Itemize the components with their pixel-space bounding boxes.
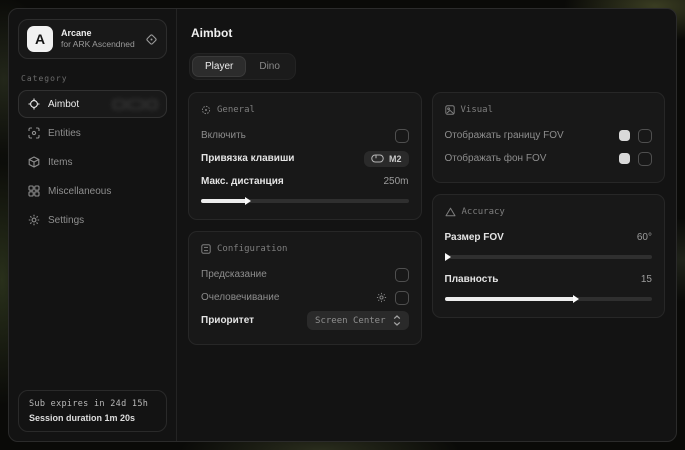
card-title: Accuracy [462, 207, 505, 217]
blurred-watermark [113, 100, 157, 109]
page-title: Aimbot [191, 26, 665, 40]
fov-border-checkbox[interactable] [638, 129, 652, 143]
fov-border-label: Отображать границу FOV [445, 130, 564, 141]
sidebar-item-settings[interactable]: Settings [18, 206, 167, 234]
row-fov-size: Размер FOV 60° [445, 226, 653, 249]
slider-thumb[interactable] [573, 295, 579, 303]
sidebar-item-label: Entities [48, 128, 81, 139]
row-smoothness: Плавность 15 [445, 268, 653, 291]
card-configuration: Configuration Предсказание Очеловечивани… [188, 231, 422, 345]
grid-icon [27, 185, 40, 197]
fov-background-color-swatch[interactable] [619, 153, 630, 164]
sidebar-item-label: Miscellaneous [48, 186, 111, 197]
row-fov-background: Отображать фон FOV [445, 147, 653, 170]
sidebar-item-label: Settings [48, 215, 84, 226]
card-title: Configuration [217, 244, 287, 254]
row-fov-border: Отображать границу FOV [445, 124, 653, 147]
mouse-icon [371, 154, 384, 163]
distance-value: 250m [383, 176, 408, 187]
fov-size-label: Размер FOV [445, 232, 504, 243]
scan-icon [27, 127, 40, 139]
slider-thumb[interactable] [245, 197, 251, 205]
card-title: Visual [461, 105, 494, 115]
tab-dino[interactable]: Dino [246, 56, 293, 77]
card-visual: Visual Отображать границу FOV Отображать… [432, 92, 666, 183]
gear-icon [27, 214, 40, 226]
main-content: Aimbot Player Dino General [177, 9, 676, 441]
keybind-label: Привязка клавиши [201, 153, 294, 164]
enable-label: Включить [201, 130, 246, 141]
sidebar-item-miscellaneous[interactable]: Miscellaneous [18, 177, 167, 205]
target-icon [201, 105, 211, 115]
card-accuracy: Accuracy Размер FOV 60° Плавность 15 [432, 194, 666, 318]
enable-checkbox[interactable] [395, 129, 409, 143]
card-general: General Включить Привязка клавиши [188, 92, 422, 220]
card-title: General [217, 105, 255, 115]
sidebar-item-label: Items [48, 157, 72, 168]
row-enable: Включить [201, 124, 409, 147]
distance-slider[interactable] [201, 196, 409, 206]
prediction-label: Предсказание [201, 269, 267, 280]
priority-select[interactable]: Screen Center [307, 311, 408, 330]
row-prediction: Предсказание [201, 263, 409, 286]
tab-bar: Player Dino [189, 53, 296, 80]
fov-size-value: 60° [637, 232, 652, 243]
brand-text: Arcane for ARK Ascendned [61, 28, 137, 50]
app-window: A Arcane for ARK Ascendned Category [8, 8, 677, 442]
sidebar-item-aimbot[interactable]: Aimbot [18, 90, 167, 118]
tab-player[interactable]: Player [192, 56, 246, 77]
slider-thumb[interactable] [445, 253, 451, 261]
smoothness-slider[interactable] [445, 294, 653, 304]
session-duration-text: Session duration 1m 20s [29, 413, 156, 423]
keybind-value: M2 [389, 154, 402, 164]
sidebar-item-entities[interactable]: Entities [18, 119, 167, 147]
app-logo: A [27, 26, 53, 52]
fov-size-slider[interactable] [445, 252, 653, 262]
brand-card: A Arcane for ARK Ascendned [18, 19, 167, 59]
humanization-checkbox[interactable] [395, 291, 409, 305]
row-humanization: Очеловечивание [201, 286, 409, 309]
fov-border-color-swatch[interactable] [619, 130, 630, 141]
distance-label: Макс. дистанция [201, 176, 284, 187]
subscription-card: Sub expires in 24d 15h Session duration … [18, 390, 167, 432]
theme-diamond-icon[interactable] [145, 33, 158, 46]
sidebar-nav: Aimbot Entities Items [18, 90, 167, 234]
slider-fill [445, 297, 576, 302]
sidebar: A Arcane for ARK Ascendned Category [9, 9, 177, 441]
smoothness-label: Плавность [445, 274, 499, 285]
slider-track [445, 255, 653, 259]
keybind-button[interactable]: M2 [364, 151, 409, 167]
image-icon [445, 105, 455, 115]
triangle-icon [445, 207, 456, 217]
unfold-icon [393, 315, 401, 326]
package-icon [27, 156, 40, 168]
sub-expires-text: Sub expires in 24d 15h [29, 399, 156, 409]
smoothness-value: 15 [641, 274, 652, 285]
prediction-checkbox[interactable] [395, 268, 409, 282]
app-name: Arcane [61, 28, 137, 39]
row-distance: Макс. дистанция 250m [201, 170, 409, 193]
category-label: Category [21, 74, 164, 83]
priority-label: Приоритет [201, 315, 254, 326]
sidebar-item-items[interactable]: Items [18, 148, 167, 176]
fov-background-label: Отображать фон FOV [445, 153, 547, 164]
sliders-icon [201, 244, 211, 254]
fov-background-checkbox[interactable] [638, 152, 652, 166]
row-priority: Приоритет Screen Center [201, 309, 409, 332]
app-subtitle: for ARK Ascendned [61, 39, 137, 50]
row-keybind: Привязка клавиши M2 [201, 147, 409, 170]
slider-fill [201, 199, 247, 204]
gear-icon[interactable] [376, 292, 387, 303]
crosshair-icon [27, 98, 40, 110]
sidebar-item-label: Aimbot [48, 99, 79, 110]
humanization-label: Очеловечивание [201, 292, 279, 303]
priority-value: Screen Center [315, 316, 385, 326]
